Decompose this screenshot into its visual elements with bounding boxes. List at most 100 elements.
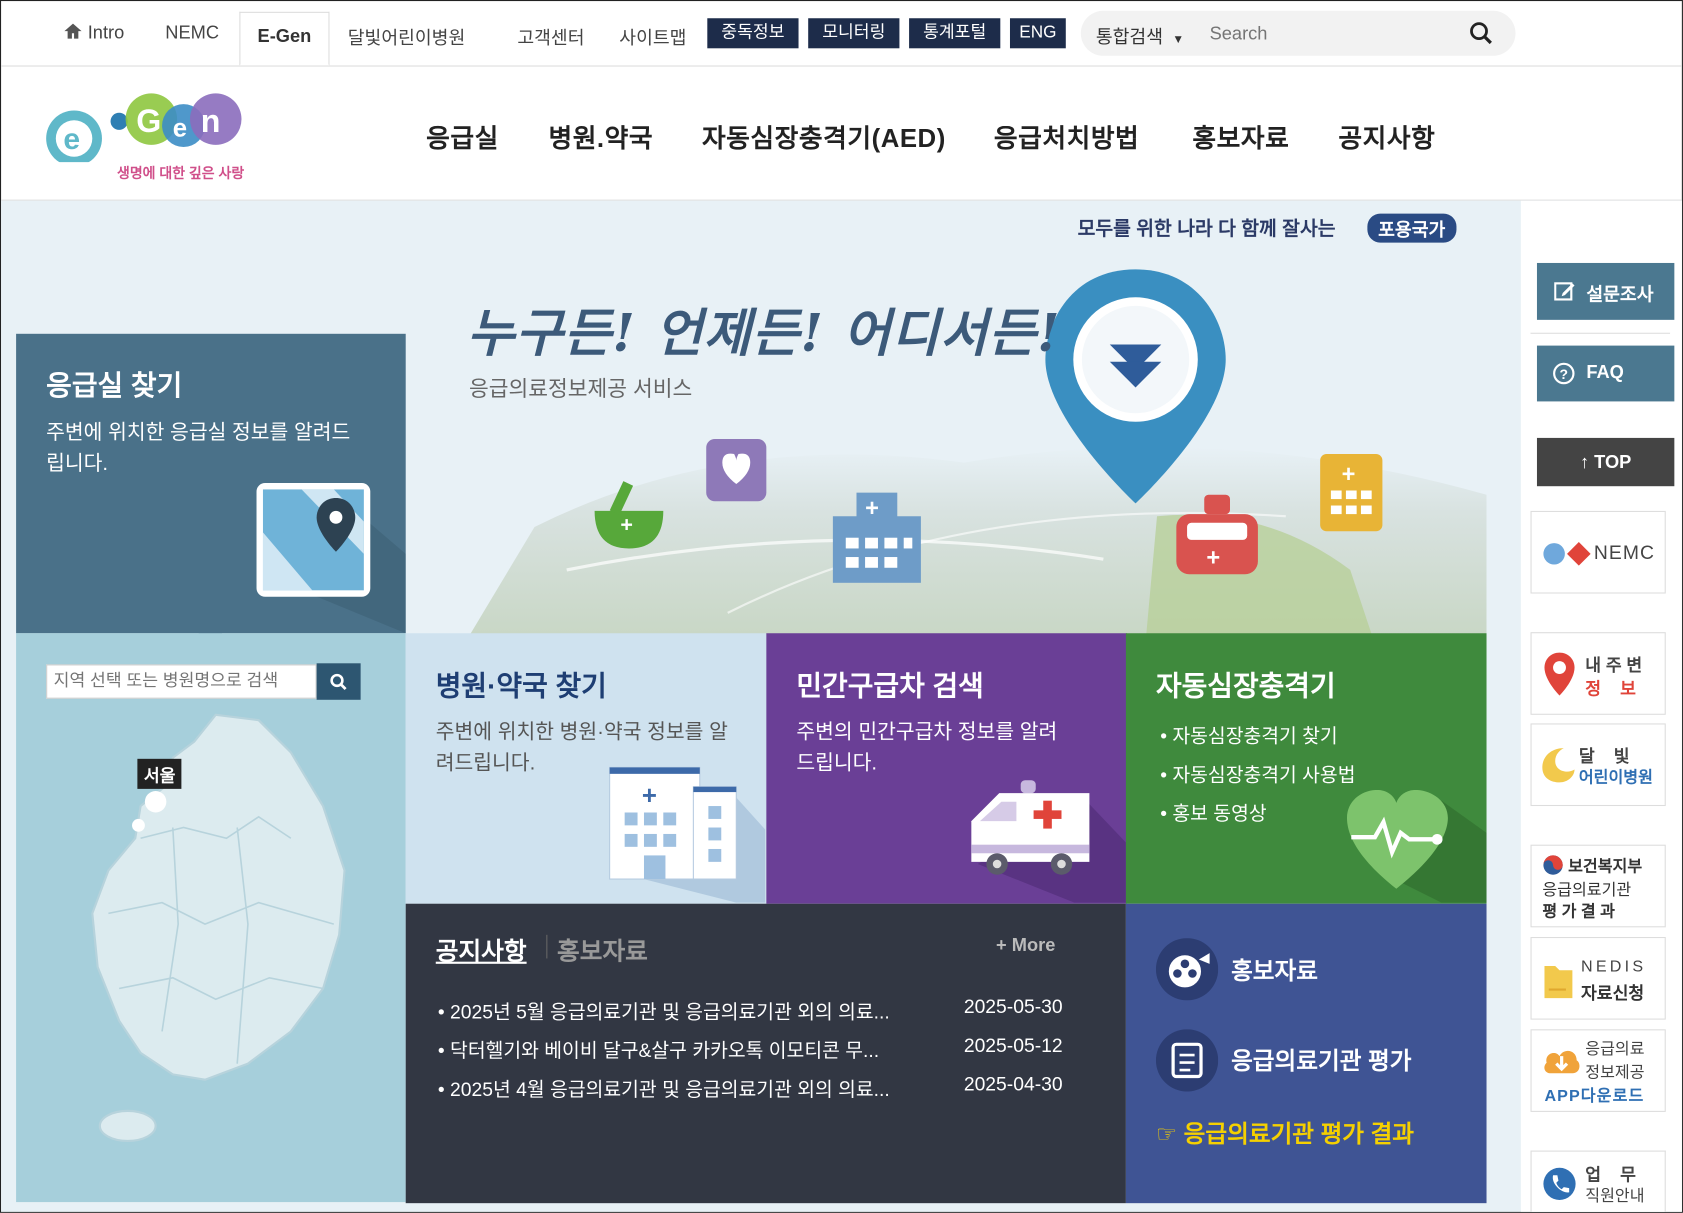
folder-icon (1544, 965, 1573, 999)
ambulance-icon (971, 780, 1126, 903)
search-scope-label: 통합검색 (1095, 26, 1163, 48)
svg-text:+: + (620, 512, 633, 536)
gnb-notice[interactable]: 공지사항 (1338, 117, 1435, 155)
region-search-input[interactable] (46, 664, 317, 699)
mohw-evaluation-link[interactable]: 보건복지부 응급의료기관 평 가 결 과 (1530, 844, 1666, 928)
region-search-button[interactable] (316, 663, 361, 700)
hero-subtitle: 응급의료정보제공 서비스 (469, 377, 693, 402)
mohw-label-2: 응급의료기관 (1542, 881, 1632, 900)
eng-button[interactable]: ENG (1009, 18, 1066, 49)
aed-video-link[interactable]: • 홍보 동영상 (1160, 799, 1266, 827)
utility-bar: Intro NEMC E-Gen 달빛어린이병원 고객센터 사이트맵 중독정보 … (1, 1, 1682, 67)
notice-item-date: 2025-05-30 (963, 996, 1063, 1018)
taegeuk-icon (1543, 855, 1563, 875)
gnb-first-aid[interactable]: 응급처치방법 (994, 117, 1139, 155)
moonlight-quick-link[interactable]: 달 빛 어린이병원 (1530, 723, 1666, 807)
faq-button[interactable]: ? FAQ (1536, 345, 1675, 402)
nedis-request-link[interactable]: NEDIS 자료신청 (1530, 936, 1666, 1020)
app-label-3: APP다운로드 (1544, 1087, 1645, 1106)
notice-item-date: 2025-04-30 (963, 1073, 1063, 1095)
nearby-info-link[interactable]: 내 주 변 정 보 (1530, 632, 1666, 715)
film-reel-icon (1155, 938, 1219, 1001)
cloud-download-icon (1544, 1050, 1580, 1074)
stats-portal-button[interactable]: 통계포털 (909, 18, 1001, 49)
app-label-2: 정보제공 (1585, 1063, 1645, 1082)
tab-promo-materials[interactable]: 홍보자료 (557, 931, 648, 967)
notice-item[interactable]: • 2025년 5월 응급의료기관 및 응급의료기관 외의 의료... (438, 997, 890, 1025)
svg-text:e: e (63, 123, 80, 156)
nemc-quick-link[interactable]: NEMC (1530, 510, 1666, 594)
moonlight-hospital-link[interactable]: 달빛어린이병원 (348, 23, 466, 50)
evaluation-result-link[interactable]: ☞ 응급의료기관 평가 결과 (1156, 1115, 1414, 1149)
monitoring-button[interactable]: 모니터링 (808, 18, 900, 49)
sitemap-link[interactable]: 사이트맵 (619, 23, 686, 50)
gnb-promo[interactable]: 홍보자료 (1192, 117, 1289, 155)
edit-icon (1554, 282, 1575, 301)
search-icon (330, 673, 347, 691)
notice-item[interactable]: • 닥터헬기와 베이비 달구&살구 카카오톡 이모티콘 무... (438, 1036, 879, 1064)
aed-usage-label: 자동심장충격기 사용법 (1172, 764, 1356, 786)
heart-pulse-icon (1346, 789, 1487, 903)
tab-divider (546, 934, 548, 959)
svg-text:+: + (1206, 546, 1220, 572)
staff-directory-link[interactable]: 업 무 직원안내 (1530, 1150, 1666, 1212)
evaluation-link[interactable]: 응급의료기관 평가 (1231, 1042, 1411, 1076)
region-label-seoul[interactable]: 서울 (137, 758, 182, 789)
tab-egen[interactable]: E-Gen (239, 11, 330, 66)
nemc-logo-icon (1543, 542, 1591, 566)
slogan-text: 모두를 위한 나라 다 함께 잘사는 (1077, 217, 1336, 240)
nemc-link[interactable]: NEMC (165, 23, 219, 44)
hero-title: 누구든! 언제든! 어디서든! (466, 303, 1061, 364)
ambulance-tile-desc: 주변의 민간구급차 정보를 알려드립니다. (796, 721, 1058, 775)
ambulance-tile-title: 민간구급차 검색 (796, 669, 984, 702)
intro-link[interactable]: Intro (63, 23, 124, 44)
staff-label-1: 업 무 (1585, 1166, 1636, 1185)
svg-text:+: + (1342, 462, 1356, 488)
tab-notice[interactable]: 공지사항 (436, 931, 527, 967)
notice-item-title: 닥터헬기와 베이비 달구&살구 카카오톡 이모티콘 무... (450, 1040, 880, 1062)
svg-text:n: n (201, 103, 221, 139)
location-pin-icon (1544, 652, 1575, 696)
svg-text:G: G (136, 103, 161, 139)
gnb-aed[interactable]: 자동심장충격기(AED) (702, 117, 946, 155)
er-title: 응급실 찾기 (46, 369, 183, 402)
hospital-building-icon: + (609, 766, 766, 903)
top-button[interactable]: ↑ TOP (1536, 437, 1675, 487)
app-download-link[interactable]: 응급의료 정보제공 APP다운로드 (1530, 1029, 1666, 1112)
korea-map[interactable] (76, 709, 366, 1160)
egen-logo[interactable]: e G e n 생명에 대한 깊은 사랑 (44, 87, 248, 186)
nearby-label-1: 내 주 변 (1585, 656, 1643, 676)
search-input[interactable] (1207, 19, 1448, 50)
moonlight-label-2: 어린이병원 (1578, 768, 1653, 787)
search-icon[interactable] (1469, 21, 1493, 45)
mohw-label-1: 보건복지부 (1568, 857, 1643, 876)
notice-item-date: 2025-05-12 (963, 1034, 1063, 1057)
addiction-info-button[interactable]: 중독정보 (707, 18, 799, 49)
home-icon (64, 23, 82, 39)
sidebar-divider (1530, 332, 1671, 334)
nedis-label-1: NEDIS (1580, 957, 1647, 976)
more-link[interactable]: + More (996, 935, 1055, 956)
egen-homepage: Intro NEMC E-Gen 달빛어린이병원 고객센터 사이트맵 중독정보 … (0, 0, 1683, 1213)
survey-button[interactable]: 설문조사 (1536, 262, 1675, 320)
svg-text:+: + (865, 496, 879, 522)
nemc-quick-label: NEMC (1593, 542, 1656, 564)
notice-item-title: 2025년 4월 응급의료기관 및 응급의료기관 외의 의료... (450, 1078, 890, 1101)
nearby-label-2: 정 보 (1585, 680, 1636, 699)
customer-center-link[interactable]: 고객센터 (517, 23, 584, 50)
svg-text:e: e (173, 114, 187, 142)
gnb-hospital[interactable]: 병원.약국 (548, 117, 653, 155)
gnb-er[interactable]: 응급실 (426, 117, 499, 155)
evaluation-doc-icon (1155, 1029, 1219, 1092)
faq-label: FAQ (1586, 361, 1624, 383)
egen-logo-icon: e G e n (46, 93, 242, 167)
notice-item[interactable]: • 2025년 4월 응급의료기관 및 응급의료기관 외의 의료... (438, 1074, 890, 1102)
search-scope-select[interactable]: 통합검색 ▼ (1096, 21, 1184, 48)
svg-text:?: ? (1560, 366, 1569, 382)
promo-materials-link[interactable]: 홍보자료 (1231, 952, 1318, 986)
aed-find-label: 자동심장충격기 찾기 (1172, 725, 1338, 748)
aed-usage-link[interactable]: • 자동심장충격기 사용법 (1160, 760, 1355, 788)
staff-label-2: 직원안내 (1585, 1187, 1645, 1206)
aed-find-link[interactable]: • 자동심장충격기 찾기 (1160, 721, 1337, 749)
aed-video-label: 홍보 동영상 (1172, 802, 1267, 825)
